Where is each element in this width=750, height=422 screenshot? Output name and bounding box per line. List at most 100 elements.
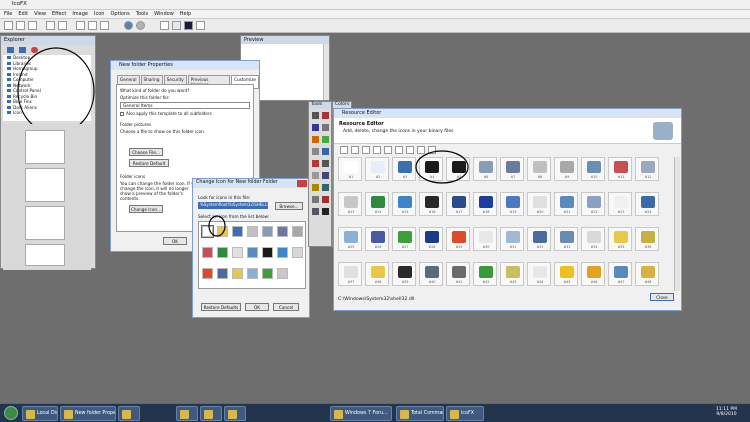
resource-tool-icon[interactable]	[406, 146, 414, 154]
resource-icon[interactable]: #7	[500, 157, 524, 181]
resource-icon[interactable]: #19	[500, 192, 524, 216]
tool-icon[interactable]	[312, 172, 319, 179]
taskbar-item[interactable]: Local Disk (C:)	[22, 406, 58, 421]
resource-icon[interactable]: #20	[527, 192, 551, 216]
resource-tool-icon[interactable]	[351, 146, 359, 154]
tool-icon[interactable]	[312, 148, 319, 155]
monitor-icon[interactable]	[184, 21, 193, 30]
taskbar-item[interactable]: New folder Prope...	[60, 406, 116, 421]
apply-template-checkbox[interactable]: Also apply this template to all subfolde…	[120, 111, 250, 116]
tool-icon[interactable]	[322, 184, 329, 191]
checkbox-box[interactable]	[120, 112, 124, 116]
resource-icon[interactable]: #29	[446, 227, 470, 251]
resource-icon[interactable]: #30	[473, 227, 497, 251]
taskbar-item[interactable]	[200, 406, 222, 421]
icon-option[interactable]	[277, 268, 288, 279]
taskbar-item[interactable]	[224, 406, 246, 421]
menu-item-icon[interactable]: Icon	[94, 11, 104, 17]
tool-icon[interactable]	[322, 148, 329, 155]
tool-icon[interactable]	[322, 112, 329, 119]
icon-option[interactable]	[262, 247, 273, 258]
image-icon[interactable]	[172, 21, 181, 30]
window-icon[interactable]	[160, 21, 169, 30]
resource-icon[interactable]: #13	[338, 192, 362, 216]
tool-icon[interactable]	[322, 124, 329, 131]
start-button[interactable]	[4, 406, 18, 420]
menu-item-window[interactable]: Window	[154, 11, 174, 17]
menu-item-image[interactable]: Image	[72, 11, 88, 17]
tool-icon[interactable]	[312, 184, 319, 191]
resource-icon[interactable]: #33	[554, 227, 578, 251]
resource-icon[interactable]: #10	[581, 157, 605, 181]
cut-icon[interactable]	[76, 21, 85, 30]
resource-icon[interactable]: #6	[473, 157, 497, 181]
redo-icon[interactable]	[58, 21, 67, 30]
taskbar-item[interactable]	[118, 406, 140, 421]
open-icon[interactable]	[16, 21, 25, 30]
resource-icon[interactable]: #46	[581, 262, 605, 286]
resource-icon[interactable]: #41	[446, 262, 470, 286]
resource-icon[interactable]: #21	[554, 192, 578, 216]
system-clock[interactable]: 11:11 PM 9/8/2010	[716, 407, 737, 417]
menu-item-effect[interactable]: Effect	[52, 11, 66, 17]
icon-option[interactable]	[202, 268, 213, 279]
resource-tool-icon[interactable]	[373, 146, 381, 154]
new-icon[interactable]	[4, 21, 13, 30]
save-icon[interactable]	[28, 21, 37, 30]
optimize-select[interactable]: General Items	[120, 102, 250, 109]
resource-icon[interactable]: #35	[608, 227, 632, 251]
resource-icon[interactable]: #48	[635, 262, 659, 286]
menu-item-tools[interactable]: Tools	[136, 11, 148, 17]
resource-tool-icon[interactable]	[340, 146, 348, 154]
resource-icon[interactable]: #40	[419, 262, 443, 286]
resource-icon[interactable]: #1	[338, 157, 362, 181]
tool-icon[interactable]	[312, 124, 319, 131]
icon-option[interactable]	[232, 268, 243, 279]
resource-icon[interactable]: #34	[581, 227, 605, 251]
tool-icon[interactable]	[312, 196, 319, 203]
preview-scrollbar[interactable]	[323, 44, 329, 100]
resource-icon[interactable]: #24	[635, 192, 659, 216]
change-icon-button[interactable]: Change Icon...	[129, 205, 163, 213]
resource-icon[interactable]: #32	[527, 227, 551, 251]
resource-icon[interactable]: #31	[500, 227, 524, 251]
tool-icon[interactable]	[312, 160, 319, 167]
icon-option[interactable]	[232, 247, 243, 258]
resource-icon[interactable]: #17	[446, 192, 470, 216]
tool-icon[interactable]	[312, 136, 319, 143]
taskbar-item[interactable]	[176, 406, 198, 421]
change-icon-ok-button[interactable]: OK	[245, 303, 269, 311]
choose-file-button[interactable]: Choose File...	[129, 148, 163, 156]
resource-icon[interactable]: #18	[473, 192, 497, 216]
option-icon[interactable]	[136, 21, 145, 30]
icon-option[interactable]	[262, 268, 273, 279]
resource-icon[interactable]: #14	[365, 192, 389, 216]
icon-option[interactable]	[277, 247, 288, 258]
help-icon[interactable]	[196, 21, 205, 30]
restore-default-button[interactable]: Restore Default	[129, 159, 169, 167]
resource-icon[interactable]: #25	[338, 227, 362, 251]
resource-icon[interactable]: #8	[527, 157, 551, 181]
resource-icon[interactable]: #27	[392, 227, 416, 251]
resource-icon[interactable]: #26	[365, 227, 389, 251]
browse-button[interactable]: Browse...	[275, 202, 303, 210]
taskbar-item[interactable]: Total Commande...	[396, 406, 444, 421]
close-icon[interactable]	[297, 180, 307, 187]
close-button[interactable]: Close	[650, 293, 674, 301]
icon-option[interactable]	[247, 247, 258, 258]
tool-icon[interactable]	[322, 196, 329, 203]
tool-icon[interactable]	[312, 112, 319, 119]
resource-icon[interactable]: #2	[365, 157, 389, 181]
thumbnail[interactable]	[25, 244, 65, 266]
tool-icon[interactable]	[322, 160, 329, 167]
icon-option[interactable]	[247, 268, 258, 279]
icon-option[interactable]	[247, 226, 258, 237]
menu-item-options[interactable]: Options	[110, 11, 129, 17]
icon-option[interactable]	[262, 226, 273, 237]
resource-grid-scrollbar[interactable]	[674, 157, 680, 291]
resource-tool-icon[interactable]	[384, 146, 392, 154]
icon-file-path-input[interactable]: %SystemRoot%\System32\SHELL32.dll	[198, 202, 278, 209]
icon-option[interactable]	[217, 247, 228, 258]
resource-icon[interactable]: #36	[635, 227, 659, 251]
resource-icon-grid[interactable]: #1 #2 #3 #4 #5 #6 #7 #8 #9 #10 #11 #12 #13 #14 #15 #16 #…	[338, 157, 668, 389]
